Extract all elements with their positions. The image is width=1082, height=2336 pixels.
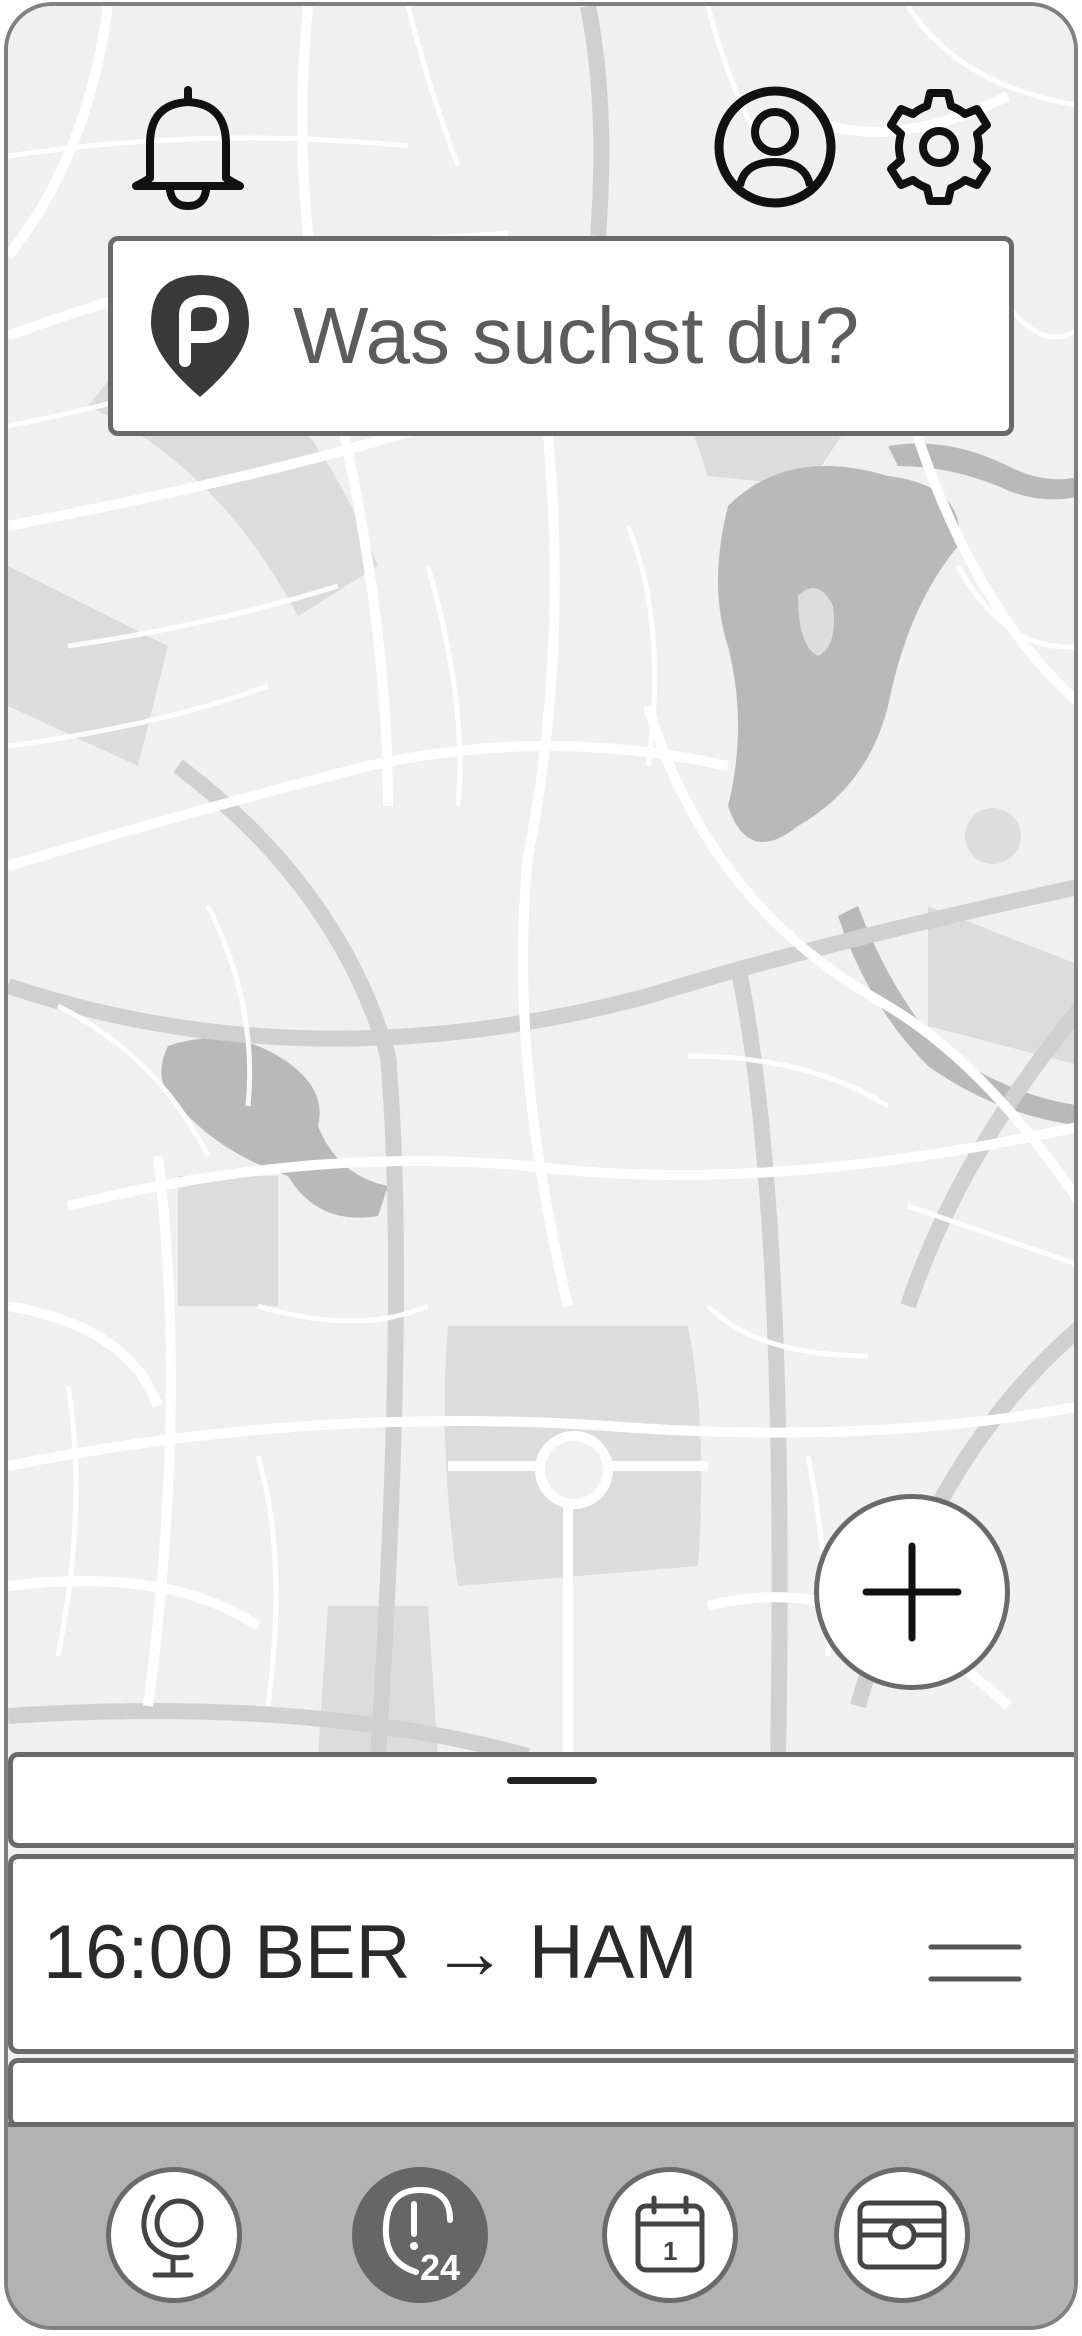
- trip-card[interactable]: 16:00 BER → HAM: [8, 1854, 1074, 2054]
- search-input[interactable]: [293, 290, 993, 382]
- parking-pin-logo: [151, 275, 249, 397]
- search-bar[interactable]: [108, 236, 1014, 436]
- sheet-grip[interactable]: [507, 1777, 597, 1784]
- bottom-navigation: 24 1: [8, 2122, 1074, 2326]
- nav-explore-button[interactable]: [106, 2167, 242, 2303]
- settings-button[interactable]: [874, 82, 1004, 212]
- gear-icon: [887, 89, 991, 205]
- bottom-sheet-handle[interactable]: [8, 1752, 1074, 1848]
- ticket-icon: [857, 2200, 947, 2270]
- alert-24-icon: 24: [382, 2186, 460, 2288]
- next-trip-card[interactable]: [8, 2058, 1074, 2128]
- nav-calendar-button[interactable]: 1: [602, 2167, 738, 2303]
- globe-icon: [141, 2194, 204, 2278]
- bell-icon: [132, 86, 244, 211]
- user-circle-icon: [714, 86, 836, 208]
- app-screen: 16:00 BER → HAM: [4, 2, 1078, 2330]
- drag-handle-icon[interactable]: [927, 1941, 1023, 1985]
- nav-ticket-button[interactable]: [834, 2167, 970, 2303]
- svg-text:24: 24: [420, 2247, 460, 2288]
- add-button[interactable]: [814, 1494, 1010, 1690]
- notification-button[interactable]: [128, 82, 248, 212]
- svg-text:1: 1: [663, 2236, 677, 2266]
- trip-summary: 16:00 BER → HAM: [43, 1910, 698, 1995]
- profile-button[interactable]: [710, 82, 840, 212]
- calendar-icon: 1: [635, 2195, 705, 2273]
- nav-24h-button[interactable]: 24: [352, 2167, 488, 2303]
- plus-icon: [862, 1542, 962, 1642]
